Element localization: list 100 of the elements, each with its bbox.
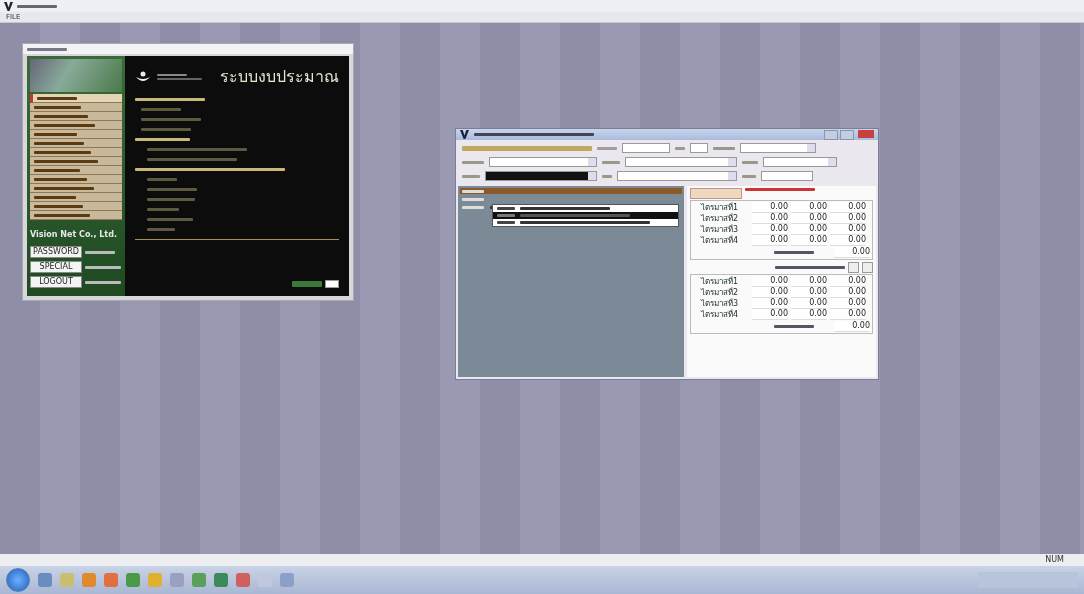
sidebar-item[interactable] bbox=[30, 202, 122, 211]
illegible-text-bar bbox=[147, 197, 195, 201]
amount-cell: 0.00 bbox=[791, 298, 827, 309]
illegible-text-bar bbox=[147, 217, 193, 221]
amount-cell: 0.00 bbox=[791, 287, 827, 298]
side-button[interactable]: SPECIAL bbox=[30, 261, 82, 273]
sidebar-item[interactable] bbox=[30, 121, 122, 130]
illegible-text-bar bbox=[147, 177, 177, 181]
illegible-text-bar bbox=[147, 187, 197, 191]
sidebar-item[interactable] bbox=[30, 157, 122, 166]
illegible-text-bar bbox=[34, 105, 81, 109]
illegible-text-bar bbox=[742, 160, 758, 164]
input-field[interactable] bbox=[622, 143, 670, 153]
row-label: ไตรมาสที่2 bbox=[701, 287, 740, 298]
amount-cell: 0.00 bbox=[752, 213, 788, 224]
minimize-button[interactable] bbox=[824, 129, 838, 140]
illegible-text-bar bbox=[34, 195, 76, 199]
amount-cell: 0.00 bbox=[791, 224, 827, 235]
amount-cell: 0.00 bbox=[752, 235, 788, 246]
maximize-button[interactable] bbox=[840, 129, 854, 140]
illegible-text-bar bbox=[462, 174, 480, 178]
total-cell: 0.00 bbox=[834, 247, 870, 258]
illegible-text-bar bbox=[135, 137, 190, 141]
sidebar-item[interactable] bbox=[30, 166, 122, 175]
amount-cell: 0.00 bbox=[791, 276, 827, 287]
amount-cell: 0.00 bbox=[752, 224, 788, 235]
illegible-text-bar bbox=[34, 204, 83, 208]
amount-cell: 0.00 bbox=[752, 287, 788, 298]
toolbar-button[interactable] bbox=[862, 262, 873, 273]
illegible-text-bar bbox=[775, 266, 845, 269]
taskbar-icon[interactable] bbox=[236, 573, 250, 587]
illegible-text-bar bbox=[462, 189, 484, 193]
side-button[interactable]: PASSWORD bbox=[30, 246, 82, 258]
amount-cell: 0.00 bbox=[830, 298, 866, 309]
sidebar-item[interactable] bbox=[30, 148, 122, 157]
logo-icon bbox=[135, 70, 151, 83]
tab[interactable] bbox=[690, 188, 742, 199]
status-indicator: NUM bbox=[1045, 555, 1064, 565]
illegible-text-bar bbox=[675, 146, 685, 150]
row-label: ไตรมาสที่3 bbox=[701, 298, 740, 309]
v-logo-icon bbox=[4, 1, 13, 11]
illegible-text-bar bbox=[85, 250, 115, 254]
sidebar-item[interactable] bbox=[30, 130, 122, 139]
sidebar-item[interactable] bbox=[30, 211, 122, 220]
amount-cell: 0.00 bbox=[830, 287, 866, 298]
list-row[interactable] bbox=[460, 188, 682, 194]
row-label: ไตรมาสที่1 bbox=[701, 276, 740, 287]
illegible-text-bar bbox=[34, 132, 77, 136]
close-button[interactable] bbox=[858, 129, 874, 138]
start-button[interactable] bbox=[6, 568, 30, 592]
illegible-text-bar bbox=[602, 174, 612, 178]
sidebar-item[interactable] bbox=[30, 193, 122, 202]
illegible-text-bar bbox=[34, 213, 90, 217]
input-field[interactable] bbox=[761, 171, 813, 181]
sidebar-item[interactable] bbox=[30, 184, 122, 193]
amount-cell: 0.00 bbox=[791, 202, 827, 213]
amount-cell: 0.00 bbox=[791, 309, 827, 320]
illegible-text-bar bbox=[597, 146, 617, 150]
illegible-text-bar bbox=[462, 160, 484, 164]
illegible-text-bar bbox=[745, 188, 815, 191]
taskbar-icon[interactable] bbox=[214, 573, 228, 587]
app-heading: ระบบงบประมาณ bbox=[220, 66, 339, 88]
row-label: ไตรมาสที่3 bbox=[701, 224, 740, 235]
amount-cell: 0.00 bbox=[752, 309, 788, 320]
amount-cell: 0.00 bbox=[830, 213, 866, 224]
sidebar-item[interactable] bbox=[30, 112, 122, 121]
amount-cell: 0.00 bbox=[830, 235, 866, 246]
sidebar-item[interactable] bbox=[30, 139, 122, 148]
illegible-text-bar bbox=[34, 150, 91, 154]
amount-cell: 0.00 bbox=[752, 298, 788, 309]
combo-box[interactable] bbox=[485, 171, 597, 181]
illegible-text-bar bbox=[141, 117, 201, 121]
illegible-text-bar bbox=[462, 197, 484, 201]
illegible-text-bar bbox=[774, 251, 814, 254]
sidebar-item[interactable] bbox=[30, 103, 122, 112]
illegible-text-bar bbox=[17, 4, 57, 8]
side-button[interactable]: LOGOUT bbox=[30, 276, 82, 288]
row-label: ไตรมาสที่4 bbox=[701, 309, 740, 320]
amount-cell: 0.00 bbox=[752, 276, 788, 287]
illegible-text-bar bbox=[34, 177, 87, 181]
input-field[interactable] bbox=[690, 143, 708, 153]
illegible-text-bar bbox=[34, 168, 80, 172]
illegible-text-bar bbox=[292, 281, 322, 287]
illegible-text-bar bbox=[85, 265, 121, 269]
illegible-text-bar bbox=[742, 174, 756, 178]
illegible-text-bar bbox=[497, 207, 515, 210]
amount-cell: 0.00 bbox=[752, 202, 788, 213]
amount-cell: 0.00 bbox=[791, 235, 827, 246]
amount-cell: 0.00 bbox=[830, 202, 866, 213]
v-logo-icon bbox=[460, 130, 469, 139]
toolbar-button[interactable] bbox=[848, 262, 859, 273]
illegible-text-bar bbox=[135, 97, 205, 101]
sidebar-item[interactable] bbox=[30, 175, 122, 184]
row-label: ไตรมาสที่4 bbox=[701, 235, 740, 246]
illegible-text-bar bbox=[85, 280, 121, 284]
illegible-text-bar bbox=[713, 146, 735, 150]
illegible-text-bar bbox=[774, 325, 814, 328]
illegible-text-bar bbox=[602, 160, 620, 164]
input-field[interactable] bbox=[325, 280, 339, 288]
illegible-text-bar bbox=[34, 114, 88, 118]
